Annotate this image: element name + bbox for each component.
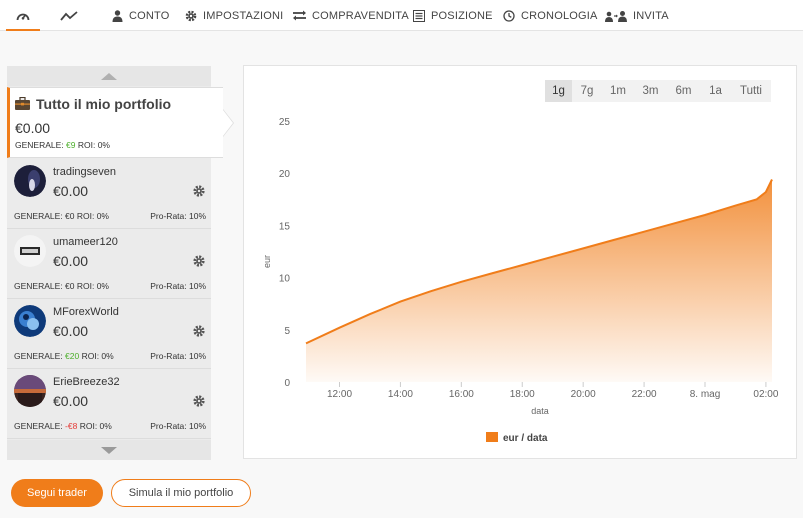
y-tick-label: 0 [284, 378, 290, 389]
nav-invita[interactable]: INVITA [605, 0, 669, 31]
settings-gear-icon[interactable] [193, 185, 205, 197]
trader-value: €0.00 [53, 253, 89, 269]
briefcase-icon [15, 97, 30, 110]
trend-line-icon [60, 10, 78, 21]
nav-label-posizione: POSIZIONE [431, 9, 493, 22]
trader-value: €0.00 [53, 183, 89, 199]
exchange-icon [293, 10, 306, 21]
generale-value: -€8 [65, 421, 78, 431]
prorata-value: Pro-Rata: 10% [150, 281, 206, 291]
trader-stats: GENERALE: -€8 ROI: 0% [14, 421, 112, 431]
roi-value: ROI: 0% [76, 211, 109, 221]
trader-row[interactable]: tradingseven €0.00 GENERALE: €0 ROI: 0% Pro… [7, 159, 211, 229]
nav-conto[interactable]: CONTO [112, 0, 170, 31]
portfolio-value: €0.00 [15, 120, 51, 136]
trader-stats: GENERALE: €20 ROI: 0% [14, 351, 114, 361]
trader-row[interactable]: ErieBreeze32 €0.00 GENERALE: -€8 ROI: 0% Pr… [7, 369, 211, 439]
trader-name: umameer120 [53, 236, 118, 248]
generale-value: €20 [65, 351, 80, 361]
generale-label: GENERALE: [14, 351, 63, 361]
clock-icon [503, 9, 515, 22]
nav-label-impostazioni: IMPOSTAZIONI [203, 9, 284, 22]
trader-value: €0.00 [53, 393, 89, 409]
series-area [306, 179, 772, 382]
portfolio-title: Tutto il mio portfolio [36, 96, 172, 112]
equity-chart: 0 5 10 15 20 25 12:00 14:00 16:00 18:00 20:00 22:00… [262, 117, 779, 444]
prorata-value: Pro-Rata: 10% [150, 351, 206, 361]
invite-users-icon [605, 10, 627, 22]
y-tick-label: 10 [279, 274, 291, 285]
generale-label: GENERALE: [14, 211, 63, 221]
nav-cronologia[interactable]: CRONOLOGIA [503, 0, 598, 31]
generale-value: €9 [66, 140, 76, 150]
nav-trend[interactable] [60, 0, 84, 31]
x-tick-label: 14:00 [388, 389, 413, 400]
x-tick-label: 8. mag [690, 389, 721, 400]
follow-trader-button[interactable]: Segui trader [11, 479, 103, 507]
portfolio-stats: GENERALE: €9 ROI: 0% [15, 140, 110, 150]
generale-label: GENERALE: [14, 281, 63, 291]
caret-up-icon [101, 72, 117, 80]
caret-down-icon [101, 446, 117, 454]
x-tick-label: 20:00 [571, 389, 596, 400]
nav-compravendita[interactable]: COMPRAVENDITA [293, 0, 409, 31]
trader-avatar [14, 235, 46, 267]
x-tick-label: 22:00 [632, 389, 657, 400]
prorata-value: Pro-Rata: 10% [150, 421, 206, 431]
trader-row[interactable]: umameer120 €0.00 GENERALE: €0 ROI: 0% Pro-R… [7, 229, 211, 299]
simulate-portfolio-button[interactable]: Simula il mio portfolio [111, 479, 251, 507]
trader-name: tradingseven [53, 166, 116, 178]
prorata-value: Pro-Rata: 10% [150, 211, 206, 221]
x-tick-label: 02:00 [753, 389, 778, 400]
generale-value: €0 [65, 281, 75, 291]
settings-gear-icon[interactable] [193, 255, 205, 267]
x-axis-label: data [531, 406, 549, 416]
trader-value: €0.00 [53, 323, 89, 339]
top-navigation: CONTO IMPOSTAZIONI COMPRAVENDITA POSIZIO… [0, 0, 803, 31]
roi-value: ROI: 0% [76, 281, 109, 291]
portfolio-summary-card[interactable]: Tutto il mio portfolio €0.00 GENERALE: €… [7, 87, 234, 158]
trader-row[interactable]: MForexWorld €0.00 GENERALE: €20 ROI: 0% Pro… [7, 299, 211, 369]
roi-value: ROI: 0% [77, 140, 110, 150]
dashboard-icon [16, 13, 30, 20]
scroll-up-button[interactable] [7, 66, 211, 86]
settings-gear-icon[interactable] [193, 395, 205, 407]
y-tick-label: 15 [279, 221, 291, 232]
trader-avatar [14, 165, 46, 197]
settings-gear-icon[interactable] [193, 325, 205, 337]
list-icon [413, 9, 425, 22]
trader-avatar [14, 375, 46, 407]
x-tick-label: 16:00 [449, 389, 474, 400]
trader-avatar [14, 305, 46, 337]
roi-value: ROI: 0% [79, 421, 112, 431]
x-tick-label: 12:00 [327, 389, 352, 400]
trader-name: MForexWorld [53, 306, 119, 318]
generale-label: GENERALE: [14, 421, 63, 431]
nav-impostazioni[interactable]: IMPOSTAZIONI [185, 0, 283, 31]
legend-swatch [486, 432, 498, 442]
y-tick-label: 5 [284, 326, 290, 337]
nav-posizione[interactable]: POSIZIONE [413, 0, 493, 31]
roi-value: ROI: 0% [81, 351, 114, 361]
generale-label: GENERALE: [15, 140, 64, 150]
generale-value: €0 [65, 211, 75, 221]
trader-stats: GENERALE: €0 ROI: 0% [14, 281, 109, 291]
legend-label: eur / data [503, 433, 548, 444]
nav-label-conto: CONTO [129, 9, 170, 22]
nav-label-compravendita: COMPRAVENDITA [312, 9, 409, 22]
nav-active-indicator [6, 29, 40, 31]
y-axis-label: eur [262, 255, 272, 268]
y-tick-label: 20 [279, 169, 291, 180]
y-tick-label: 25 [279, 117, 291, 128]
user-icon [112, 9, 123, 22]
nav-label-invita: INVITA [633, 9, 669, 22]
trader-name: ErieBreeze32 [53, 376, 120, 388]
scroll-down-button[interactable] [7, 440, 211, 460]
x-tick-label: 18:00 [510, 389, 535, 400]
gear-icon [185, 10, 197, 21]
nav-label-cronologia: CRONOLOGIA [521, 9, 598, 22]
trader-stats: GENERALE: €0 ROI: 0% [14, 211, 109, 221]
nav-dashboard[interactable] [16, 0, 36, 31]
chart-panel: 1g 7g 1m 3m 6m 1a Tutti 0 5 10 15 20 25 12:00 14:00 16… [243, 65, 797, 459]
